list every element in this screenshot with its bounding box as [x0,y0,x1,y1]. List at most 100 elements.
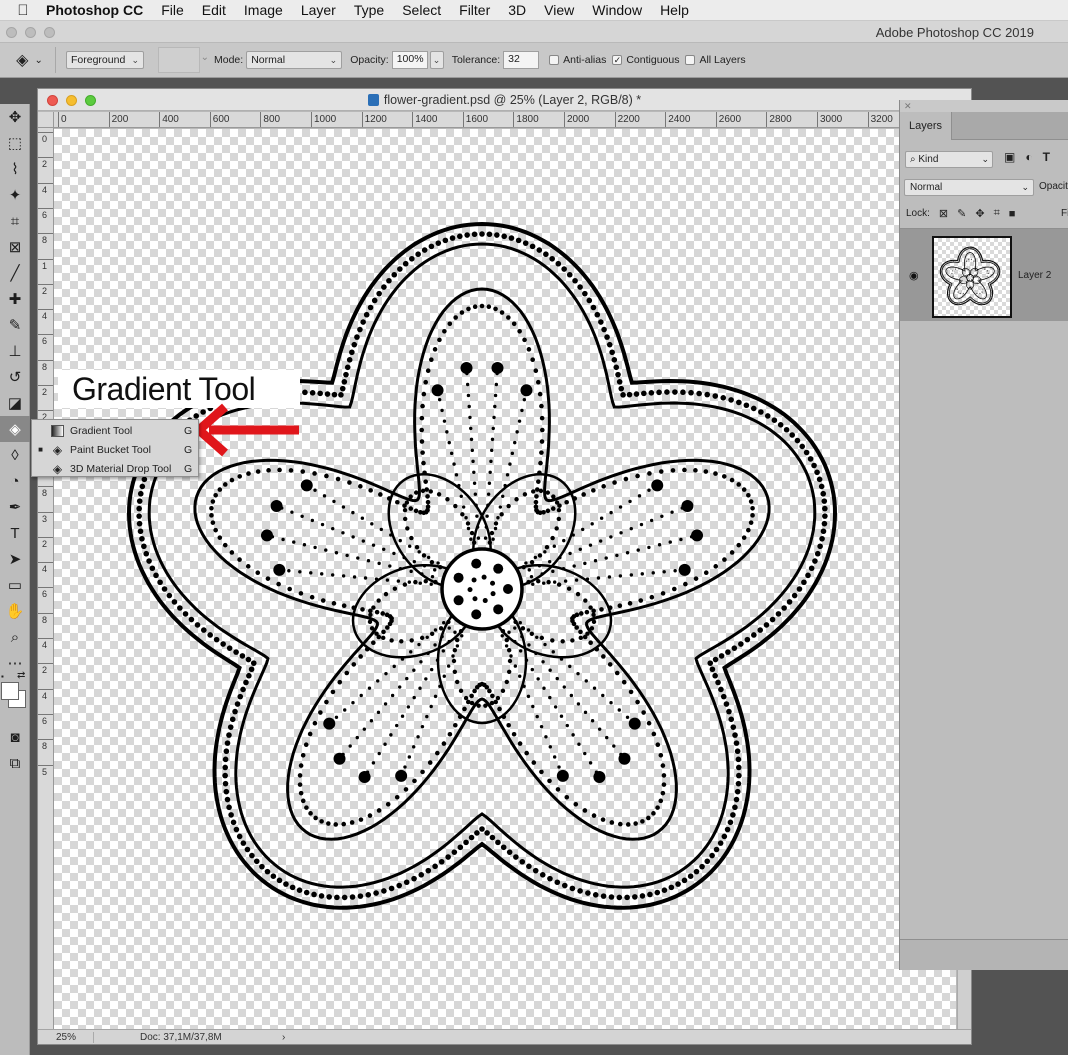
flyout-item-paint-bucket-tool[interactable]: ■ ◈ Paint Bucket Tool G [32,440,198,459]
history-brush-tool[interactable]: ↺ [0,364,30,390]
frame-tool[interactable]: ⊠ [0,234,30,260]
pattern-picker[interactable] [158,47,209,73]
opacity-slider-toggle[interactable]: ⌄ [429,51,444,69]
lock-transparent-pixels-icon[interactable]: ⊠ [939,207,948,220]
menu-edit[interactable]: Edit [193,2,235,18]
ray-dot [398,566,403,571]
fill-source-select[interactable]: Foreground ⌄ [66,51,144,69]
move-tool[interactable]: ✥ [0,104,30,130]
lock-artboard-icon[interactable]: ⌗ [994,207,1000,220]
clone-stamp-tool[interactable]: ⊥ [0,338,30,364]
anti-alias-box[interactable] [549,55,560,65]
flyout-item-gradient-tool[interactable]: Gradient Tool G [32,421,198,440]
zoom-tool[interactable]: ⌕ [0,624,30,650]
ray-dot [535,714,539,719]
menu-type[interactable]: Type [345,2,393,18]
swap-colors-icon[interactable]: ⇄ [17,670,25,681]
ray-dot [370,522,374,526]
apple-icon[interactable]:  [0,2,46,19]
outer-dot [735,780,742,787]
ray-dot [609,510,613,515]
adjustment-filter-icon[interactable]: ◐ [1025,150,1032,164]
lock-position-icon[interactable]: ✥ [975,207,984,220]
menu-filter[interactable]: Filter [450,2,499,18]
layer-kind-filter[interactable]: ⌕ Kind ⌄ [905,151,993,168]
paint-bucket-tool[interactable]: ◈ [0,416,30,442]
vertical-ruler[interactable]: 02468124682246832468424685 [38,128,54,1029]
dodge-tool[interactable]: ◔ [0,468,30,494]
path-selection-tool[interactable]: ➤ [0,546,30,572]
lasso-tool[interactable]: ⌇ [0,156,30,182]
tolerance-input[interactable]: 32 [503,51,540,69]
contiguous-box[interactable]: ✓ [612,55,623,65]
outer-dot [501,233,507,240]
menu-select[interactable]: Select [393,2,450,18]
default-colors-icon[interactable]: ▪ [1,672,4,681]
menu-help[interactable]: Help [651,2,698,18]
tab-layers[interactable]: Layers [900,112,952,140]
inner-dot [358,484,363,489]
healing-brush-tool[interactable]: ✚ [0,286,30,312]
inner-dot [531,760,537,765]
center-petal-dot [536,579,541,584]
anti-alias-checkbox[interactable]: Anti-alias [549,54,606,66]
type-tool[interactable]: T [0,520,30,546]
all-layers-checkbox[interactable]: All Layers [685,54,746,66]
magic-wand-tool[interactable]: ✦ [0,182,30,208]
app-minimize-button[interactable] [25,27,36,38]
eyedropper-tool[interactable]: ╱ [0,260,30,286]
crop-tool[interactable]: ⌗ [0,208,30,234]
rectangle-tool[interactable]: ▭ [0,572,30,598]
outer-dot [561,266,567,272]
quick-mask-tool[interactable]: ◙ [0,724,30,750]
lock-all-icon[interactable]: ■ [1009,208,1016,220]
zoom-level[interactable]: 25% [38,1031,94,1043]
pen-tool[interactable]: ✒ [0,494,30,520]
menu-app-name[interactable]: Photoshop CC [46,2,152,18]
app-close-button[interactable] [6,27,17,38]
menu-view[interactable]: View [535,2,583,18]
brush-tool[interactable]: ✎ [0,312,30,338]
opacity-input[interactable]: 100% [391,51,428,69]
flyout-item-3d-material-drop-tool[interactable]: ◈ 3D Material Drop Tool G [32,459,198,478]
eraser-tool[interactable]: ◪ [0,390,30,416]
image-filter-icon[interactable]: ▣ [1004,150,1015,164]
center-dot [490,591,496,597]
foreground-color-swatch[interactable] [1,682,19,700]
mode-select[interactable]: Normal ⌄ [246,51,343,69]
type-filter-icon[interactable]: T [1043,150,1050,164]
close-panel-icon[interactable]: ✕ [904,101,912,112]
visibility-eye-icon[interactable]: ◉ [909,269,919,282]
layer-name[interactable]: Layer 2 [1018,270,1051,281]
canvas[interactable] [54,129,956,1029]
inner-dot [245,564,251,569]
contiguous-checkbox[interactable]: ✓ Contiguous [612,54,679,66]
ruler-tick: 1800 [513,112,539,127]
menu-layer[interactable]: Layer [292,2,345,18]
marquee-tool[interactable]: ⬚ [0,130,30,156]
ruler-origin[interactable] [38,112,54,128]
app-zoom-button[interactable] [44,27,55,38]
all-layers-box[interactable] [685,55,696,65]
lock-image-pixels-icon[interactable]: ✎ [957,207,966,220]
layer-blend-mode-select[interactable]: Normal ⌄ [904,179,1034,196]
outer-dot [769,616,776,623]
ray-dot [352,575,357,579]
menu-window[interactable]: Window [583,2,651,18]
ray-dot [527,568,531,572]
menu-image[interactable]: Image [235,2,292,18]
inner-dot [447,321,453,327]
tool-preset-picker[interactable]: ◈ ⌄ [4,47,56,73]
blur-tool[interactable]: ◊ [0,442,30,468]
screen-mode-tool[interactable]: ⧉ [0,750,30,776]
inner-dot [621,679,627,685]
status-menu-arrow[interactable]: › [274,1032,285,1043]
outer-dot [161,586,168,592]
layer-row-layer-2[interactable]: ◉ Layer 2 [900,229,1068,321]
menu-file[interactable]: File [152,2,193,18]
horizontal-ruler[interactable]: 0 200 400 600 800 1000 1200 1400 1600 1800 2000 220… [54,112,956,128]
menu-3d[interactable]: 3D [499,2,535,18]
hand-tool[interactable]: ✋ [0,598,30,624]
more-tools[interactable]: ⋯ [0,650,30,676]
inner-dot [465,699,471,705]
